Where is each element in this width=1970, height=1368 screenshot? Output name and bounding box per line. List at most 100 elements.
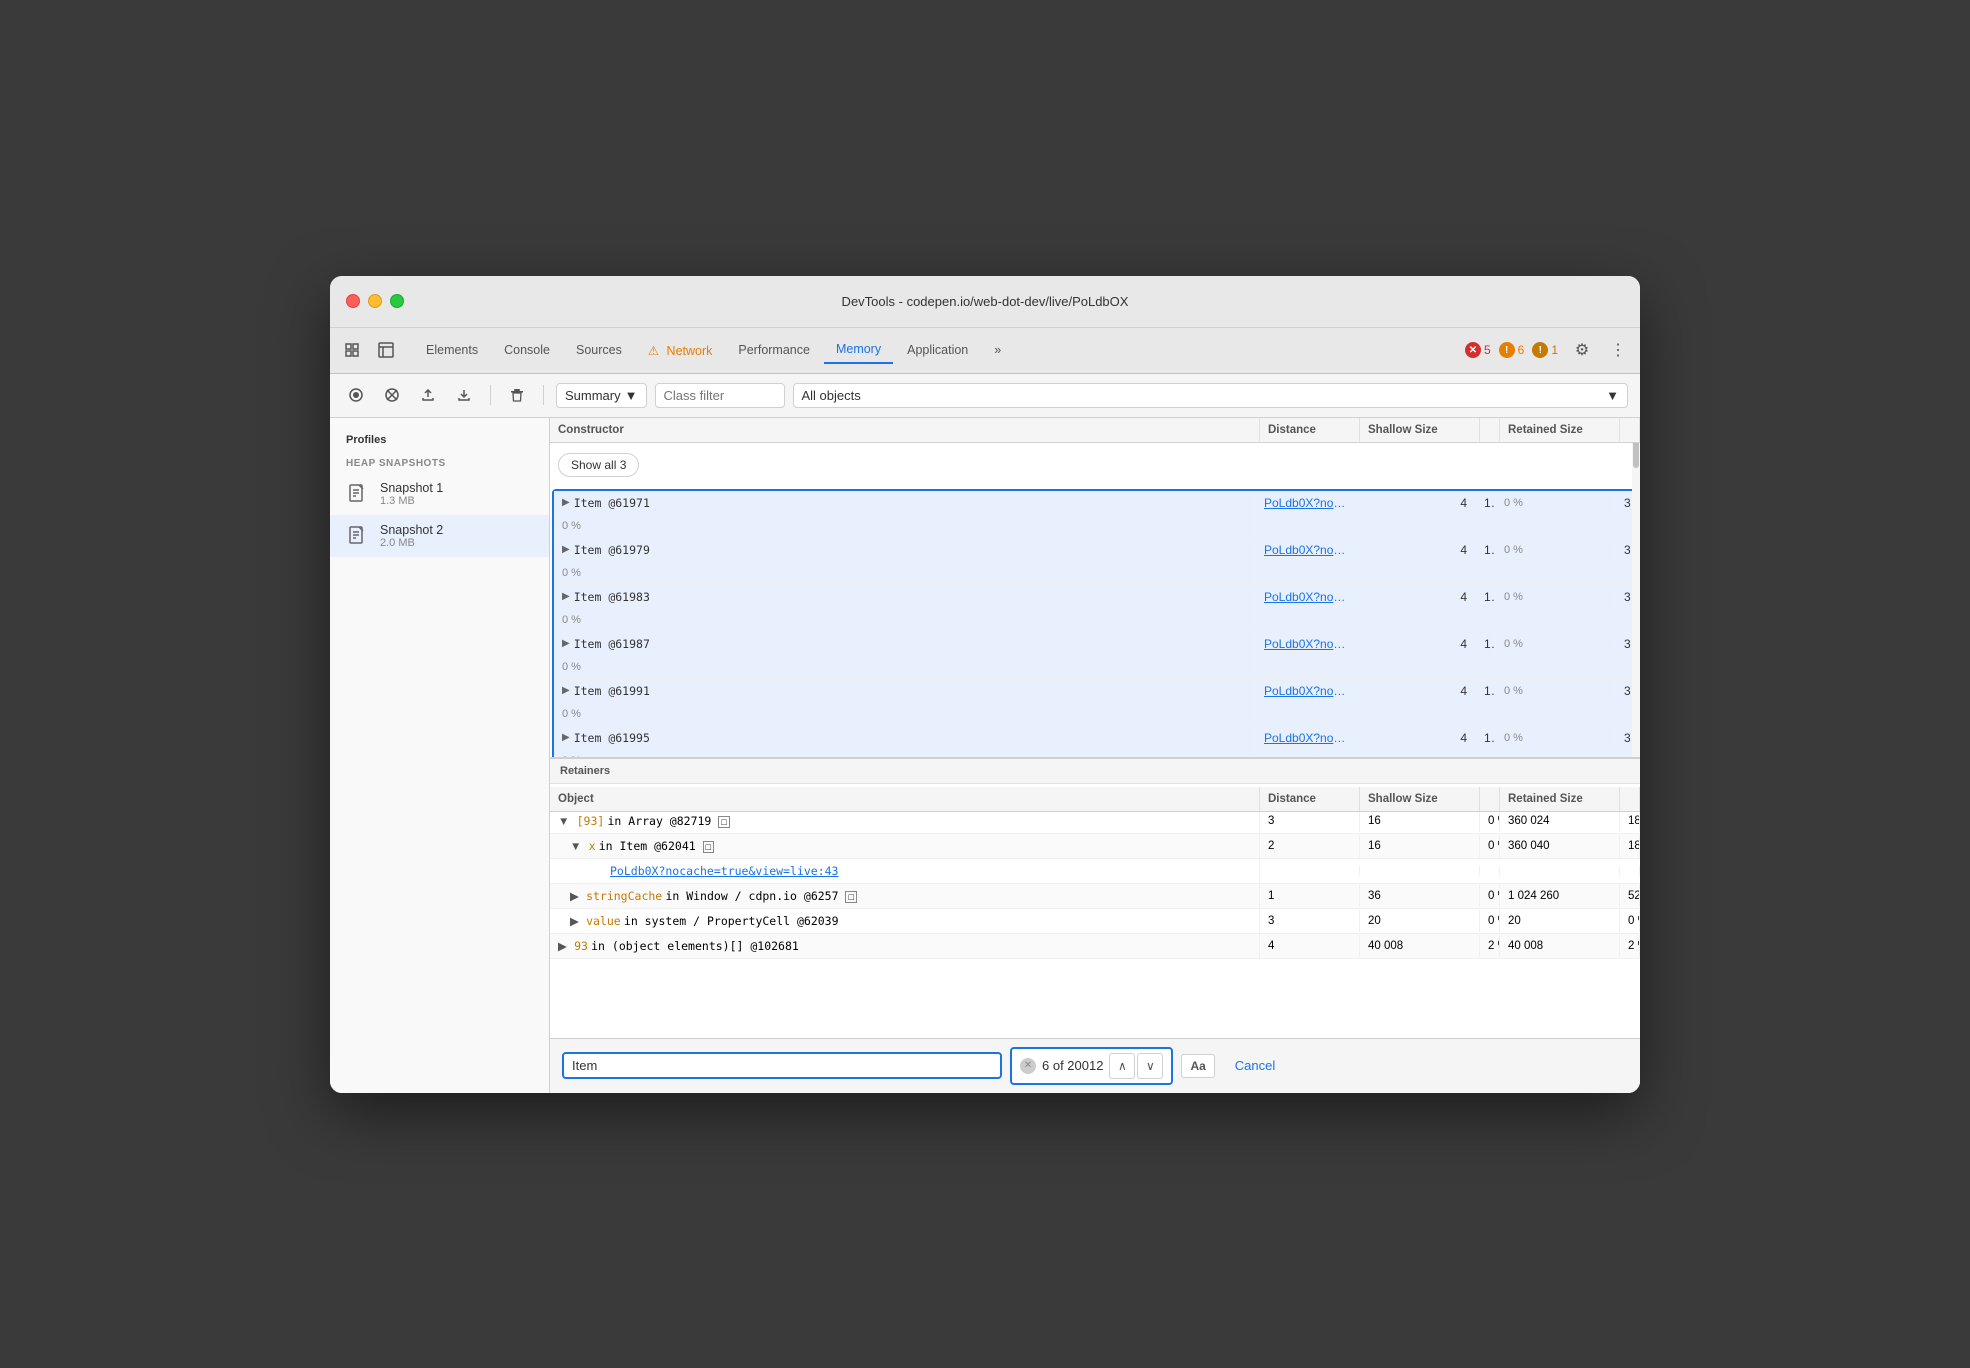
expand-arrow-2[interactable]: ▶: [562, 591, 570, 602]
retainer-row-0: ▼ [93] in Array @82719 □ 3 16 0 % 360 02…: [550, 809, 1640, 834]
tab-icon-group: [338, 336, 400, 364]
traffic-lights: [346, 294, 404, 308]
search-nav: ∧ ∨: [1109, 1053, 1163, 1079]
row-shallow-pct-3: 0 %: [1496, 633, 1616, 655]
retainer-retained-2: [1500, 866, 1620, 876]
row-link-5[interactable]: PoLdb0X?nocache=true&view=live:43: [1256, 726, 1356, 750]
download-button[interactable]: [450, 381, 478, 409]
retainer-dist-2: [1260, 866, 1360, 876]
retainer-row-2: PoLdb0X?nocache=true&view=live:43: [550, 859, 1640, 884]
constructor-row-3[interactable]: ▶ Item @61987 PoLdb0X?nocache=true&view=…: [554, 632, 1636, 679]
retainer-shallow-1: 16: [1360, 835, 1480, 857]
fullscreen-button[interactable]: [390, 294, 404, 308]
constructor-row-1[interactable]: ▶ Item @61979 PoLdb0X?nocache=true&view=…: [554, 538, 1636, 585]
row-shallow-pct-4: 0 %: [1496, 680, 1616, 702]
delete-button[interactable]: [503, 381, 531, 409]
snapshot-info-2: Snapshot 2 2.0 MB: [380, 523, 533, 549]
show-all-button[interactable]: Show all 3: [558, 453, 639, 477]
row-shallow-1: 16: [1476, 538, 1496, 562]
snapshot-item-2[interactable]: Snapshot 2 2.0 MB: [330, 515, 549, 557]
expand-icon-5[interactable]: ▶: [558, 941, 567, 953]
constructor-rows: ▶ Item @61971 PoLdb0X?nocache=true&view=…: [554, 491, 1636, 758]
row-dist-5: 4: [1356, 726, 1476, 750]
row-link-2[interactable]: PoLdb0X?nocache=true&view=live:43: [1256, 585, 1356, 609]
retainer-shallow-pct-5: 2 %: [1480, 935, 1500, 957]
inspect-icon[interactable]: [372, 336, 400, 364]
search-input[interactable]: [572, 1058, 992, 1073]
upload-button[interactable]: [414, 381, 442, 409]
search-clear-icon[interactable]: ✕: [1020, 1058, 1036, 1074]
row-shallow-pct-0: 0 %: [1496, 492, 1616, 514]
retainer-shallow-pct-4: 0 %: [1480, 910, 1500, 932]
row-link-4[interactable]: PoLdb0X?nocache=true&view=live:43: [1256, 679, 1356, 703]
snapshot-icon-2: [346, 524, 370, 548]
show-all-row: Show all 3: [550, 443, 1640, 487]
expand-arrow-4[interactable]: ▶: [562, 685, 570, 696]
expand-icon-4[interactable]: ▶: [570, 916, 579, 928]
expand-icon-3[interactable]: ▶: [570, 891, 579, 903]
tab-more[interactable]: »: [982, 337, 1013, 363]
constructor-row-2[interactable]: ▶ Item @61983 PoLdb0X?nocache=true&view=…: [554, 585, 1636, 632]
more-options-icon[interactable]: ⋮: [1604, 336, 1632, 364]
row-retained-pct-1: 0 %: [554, 562, 1256, 584]
class-filter-input[interactable]: [655, 383, 785, 408]
search-prev-button[interactable]: ∧: [1109, 1053, 1135, 1079]
native-icon-0: □: [718, 816, 729, 828]
search-bar: ✕ 6 of 20012 ∧ ∨ Aa Cancel: [550, 1038, 1640, 1093]
retainer-dist-5: 4: [1260, 935, 1360, 957]
row-shallow-0: 16: [1476, 491, 1496, 515]
native-icon-3: □: [845, 891, 856, 903]
search-next-button[interactable]: ∨: [1137, 1053, 1163, 1079]
rth-distance: Distance: [1260, 787, 1360, 811]
expand-arrow-3[interactable]: ▶: [562, 638, 570, 649]
retainer-retained-pct-5: 2 %: [1620, 935, 1640, 957]
collapse-icon-1[interactable]: ▼: [570, 841, 581, 853]
retainer-dist-4: 3: [1260, 910, 1360, 932]
toolbar-divider-1: [490, 385, 491, 405]
row-shallow-5: 16: [1476, 726, 1496, 750]
tab-badges: ✕ 5 ! 6 ! 1: [1465, 342, 1558, 358]
row-link-1[interactable]: PoLdb0X?nocache=true&view=live:43: [1256, 538, 1356, 562]
constructor-table-header: Constructor Distance Shallow Size Retain…: [550, 418, 1640, 443]
rth-shallow-pct: [1480, 787, 1500, 811]
titlebar: DevTools - codepen.io/web-dot-dev/live/P…: [330, 276, 1640, 328]
tab-elements[interactable]: Elements: [414, 337, 490, 363]
tab-console[interactable]: Console: [492, 337, 562, 363]
tab-application[interactable]: Application: [895, 337, 980, 363]
selected-item-group: ▶ Item @61971 PoLdb0X?nocache=true&view=…: [552, 489, 1638, 758]
row-shallow-2: 16: [1476, 585, 1496, 609]
match-case-button[interactable]: Aa: [1181, 1054, 1214, 1078]
tab-memory[interactable]: Memory: [824, 336, 893, 364]
expand-arrow-5[interactable]: ▶: [562, 732, 570, 743]
settings-icon[interactable]: ⚙: [1568, 336, 1596, 364]
row-link-0[interactable]: PoLdb0X?nocache=true&view=live:43: [1256, 491, 1356, 515]
summary-dropdown[interactable]: Summary ▼: [556, 383, 647, 408]
snapshot-item-1[interactable]: Snapshot 1 1.3 MB: [330, 473, 549, 515]
tab-performance[interactable]: Performance: [726, 337, 822, 363]
expand-arrow-1[interactable]: ▶: [562, 544, 570, 555]
cursor-icon[interactable]: [338, 336, 366, 364]
scrollbar-track[interactable]: [1632, 418, 1640, 757]
expand-arrow-0[interactable]: ▶: [562, 497, 570, 508]
constructor-row-5[interactable]: ▶ Item @61995 PoLdb0X?nocache=true&view=…: [554, 726, 1636, 758]
record-button[interactable]: [342, 381, 370, 409]
close-button[interactable]: [346, 294, 360, 308]
cancel-search-button[interactable]: Cancel: [1223, 1054, 1287, 1077]
minimize-button[interactable]: [368, 294, 382, 308]
collapse-icon-0[interactable]: ▼: [558, 816, 569, 828]
tab-network[interactable]: ⚠ Network: [636, 337, 725, 364]
clear-button[interactable]: [378, 381, 406, 409]
tab-sources[interactable]: Sources: [564, 337, 634, 363]
th-retained-pct: [1620, 418, 1640, 442]
retainer-shallow-2: [1360, 866, 1480, 876]
row-retained-pct-0: 0 %: [554, 515, 1256, 537]
constructor-row-0[interactable]: ▶ Item @61971 PoLdb0X?nocache=true&view=…: [554, 491, 1636, 538]
rth-shallow: Shallow Size: [1360, 787, 1480, 811]
row-name-5: ▶ Item @61995: [554, 726, 1256, 750]
retainer-shallow-pct-1: 0 %: [1480, 835, 1500, 857]
all-objects-dropdown[interactable]: All objects ▼: [793, 383, 1629, 408]
error-badge: ✕ 5: [1465, 342, 1491, 358]
row-link-3[interactable]: PoLdb0X?nocache=true&view=live:43: [1256, 632, 1356, 656]
constructor-row-4[interactable]: ▶ Item @61991 PoLdb0X?nocache=true&view=…: [554, 679, 1636, 726]
chevron-down-icon: ▼: [625, 388, 638, 403]
